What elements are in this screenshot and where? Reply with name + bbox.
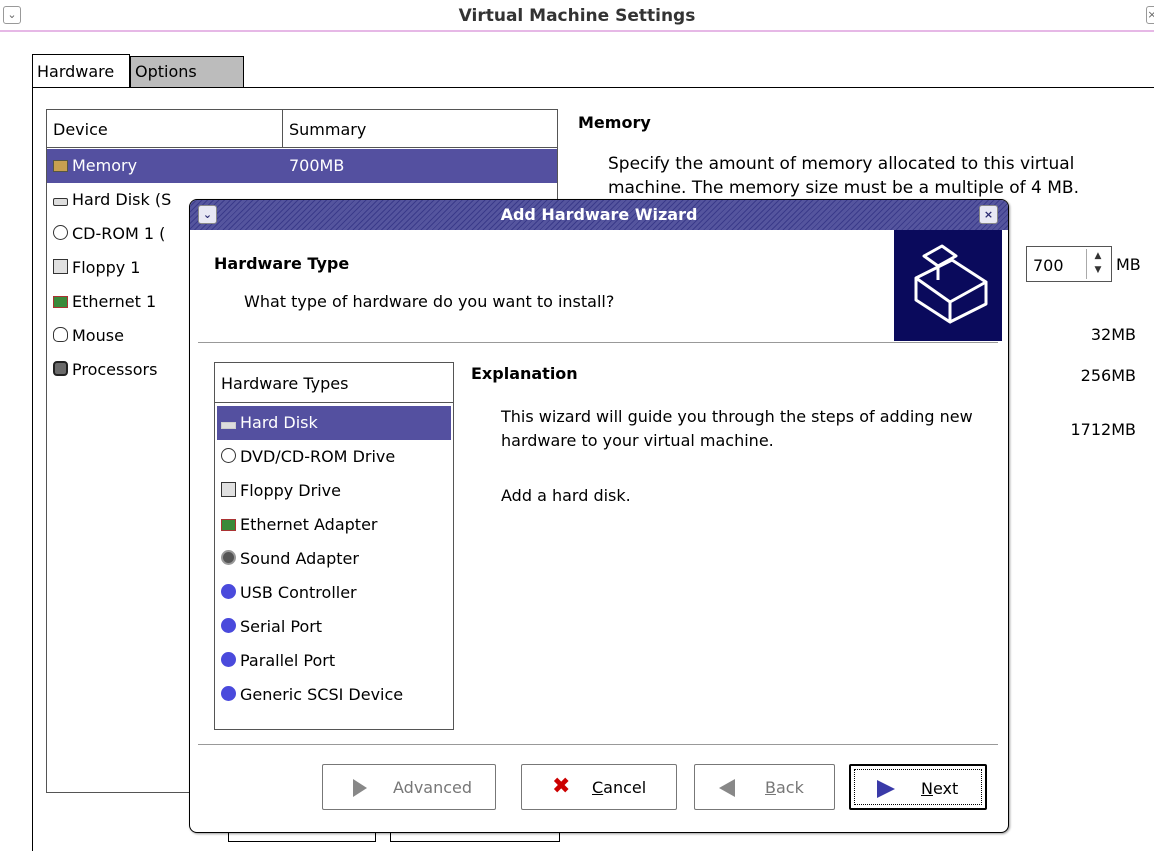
hw-type-sound[interactable]: Sound Adapter: [217, 542, 451, 576]
sound-icon: [221, 550, 236, 565]
play-arrow-icon: [353, 779, 367, 797]
dialog-title: Add Hardware Wizard: [500, 205, 698, 224]
memory-value: 700: [1033, 256, 1064, 275]
spin-arrows[interactable]: ▲ ▼: [1086, 249, 1109, 279]
separator: [198, 342, 998, 344]
cancel-label: ancel: [603, 778, 647, 797]
next-label: ext: [932, 779, 959, 798]
window-title: Virtual Machine Settings: [458, 6, 696, 26]
hw-type-dvd-cdrom[interactable]: DVD/CD-ROM Drive: [217, 440, 451, 474]
ethernet-icon: [221, 519, 236, 531]
hardware-types-list[interactable]: Hardware Types Hard Disk DVD/CD-ROM Driv…: [214, 362, 454, 730]
next-mnemonic: N: [921, 779, 933, 798]
serial-port-icon: [221, 618, 236, 633]
dialog-close-button[interactable]: ×: [979, 205, 998, 224]
hw-type-hard-disk[interactable]: Hard Disk: [217, 406, 451, 440]
explanation-title: Explanation: [471, 364, 578, 383]
advanced-button[interactable]: Advanced: [322, 764, 496, 810]
processor-icon: [53, 361, 68, 376]
hw-type-label: Parallel Port: [240, 651, 336, 670]
device-list-header: Device Summary: [47, 110, 557, 148]
window-close-button[interactable]: ×: [1146, 6, 1154, 24]
chevron-down-icon[interactable]: ▼: [1087, 263, 1109, 277]
hw-type-label: DVD/CD-ROM Drive: [240, 447, 396, 466]
dialog-titlebar: ⌄ Add Hardware Wizard ×: [190, 200, 1008, 230]
advanced-button-label: Advanced: [393, 778, 473, 797]
section-title: Hardware Type: [214, 254, 350, 273]
tab-hardware[interactable]: Hardware: [32, 54, 130, 88]
cancel-button[interactable]: ✖ Cancel: [521, 764, 677, 810]
back-arrow-icon: [719, 779, 735, 797]
hw-type-label: Floppy Drive: [240, 481, 341, 500]
device-row-memory[interactable]: Memory 700MB: [47, 149, 557, 183]
memory-scale-label: 256MB: [1080, 366, 1136, 385]
floppy-icon: [53, 259, 68, 274]
focus-ring: [854, 769, 982, 805]
hw-type-parallel[interactable]: Parallel Port: [217, 644, 451, 678]
usb-icon: [221, 584, 236, 599]
device-name: Memory: [72, 156, 138, 175]
device-name: Hard Disk (S: [72, 190, 172, 209]
computer-case-icon: [914, 244, 988, 324]
next-arrow-icon: [877, 780, 895, 798]
device-name: Floppy 1: [72, 258, 141, 277]
back-label: ack: [775, 778, 804, 797]
memory-scale-label: 1712MB: [1070, 420, 1137, 439]
hw-type-serial[interactable]: Serial Port: [217, 610, 451, 644]
memory-unit: MB: [1116, 255, 1141, 274]
window-titlebar: ⌄ Virtual Machine Settings ×: [0, 0, 1154, 32]
tab-options[interactable]: Options: [130, 56, 244, 88]
parallel-port-icon: [221, 652, 236, 667]
cancel-x-icon: ✖: [552, 774, 571, 799]
memory-icon: [53, 160, 68, 172]
explanation-text: This wizard will guide you through the s…: [501, 407, 973, 450]
hw-type-scsi[interactable]: Generic SCSI Device: [217, 678, 451, 712]
chevron-up-icon[interactable]: ▲: [1087, 249, 1109, 263]
hardware-types-header[interactable]: Hardware Types: [215, 363, 453, 403]
column-header-device[interactable]: Device: [47, 110, 283, 148]
device-name: Ethernet 1: [72, 292, 157, 311]
hw-type-label: Generic SCSI Device: [240, 685, 404, 704]
cdrom-icon: [53, 225, 68, 240]
close-icon: ×: [1147, 8, 1154, 21]
scsi-icon: [221, 686, 236, 701]
cancel-mnemonic: C: [592, 778, 604, 797]
section-question: What type of hardware do you want to ins…: [244, 292, 615, 311]
hw-type-usb[interactable]: USB Controller: [217, 576, 451, 610]
hw-type-label: Hard Disk: [240, 413, 318, 432]
memory-spinbox[interactable]: 700 ▲ ▼: [1026, 246, 1112, 282]
hw-type-label: USB Controller: [240, 583, 357, 602]
next-button[interactable]: Next: [849, 764, 987, 810]
close-icon: ×: [983, 208, 994, 221]
back-button[interactable]: Back: [694, 764, 835, 810]
explanation-detail: Add a hard disk.: [501, 486, 631, 505]
hw-type-label: Sound Adapter: [240, 549, 359, 568]
ethernet-icon: [53, 296, 68, 308]
device-summary: 700MB: [289, 156, 345, 175]
device-name: Processors: [72, 360, 158, 379]
hw-type-label: Ethernet Adapter: [240, 515, 378, 534]
separator: [198, 744, 998, 746]
device-name: CD-ROM 1 (: [72, 224, 166, 243]
memory-title: Memory: [578, 113, 651, 132]
hw-type-label: Serial Port: [240, 617, 323, 636]
hardware-banner-image: [894, 230, 1002, 341]
device-name: Mouse: [72, 326, 124, 345]
floppy-icon: [221, 482, 236, 497]
memory-description: Specify the amount of memory allocated t…: [608, 154, 1079, 198]
back-mnemonic: B: [765, 778, 776, 797]
hw-type-ethernet[interactable]: Ethernet Adapter: [217, 508, 451, 542]
mouse-icon: [53, 327, 68, 342]
hard-disk-icon: [221, 422, 236, 429]
hw-type-floppy[interactable]: Floppy Drive: [217, 474, 451, 508]
memory-scale-label: 32MB: [1090, 325, 1136, 344]
hard-disk-icon: [53, 198, 68, 206]
cdrom-icon: [221, 448, 236, 463]
